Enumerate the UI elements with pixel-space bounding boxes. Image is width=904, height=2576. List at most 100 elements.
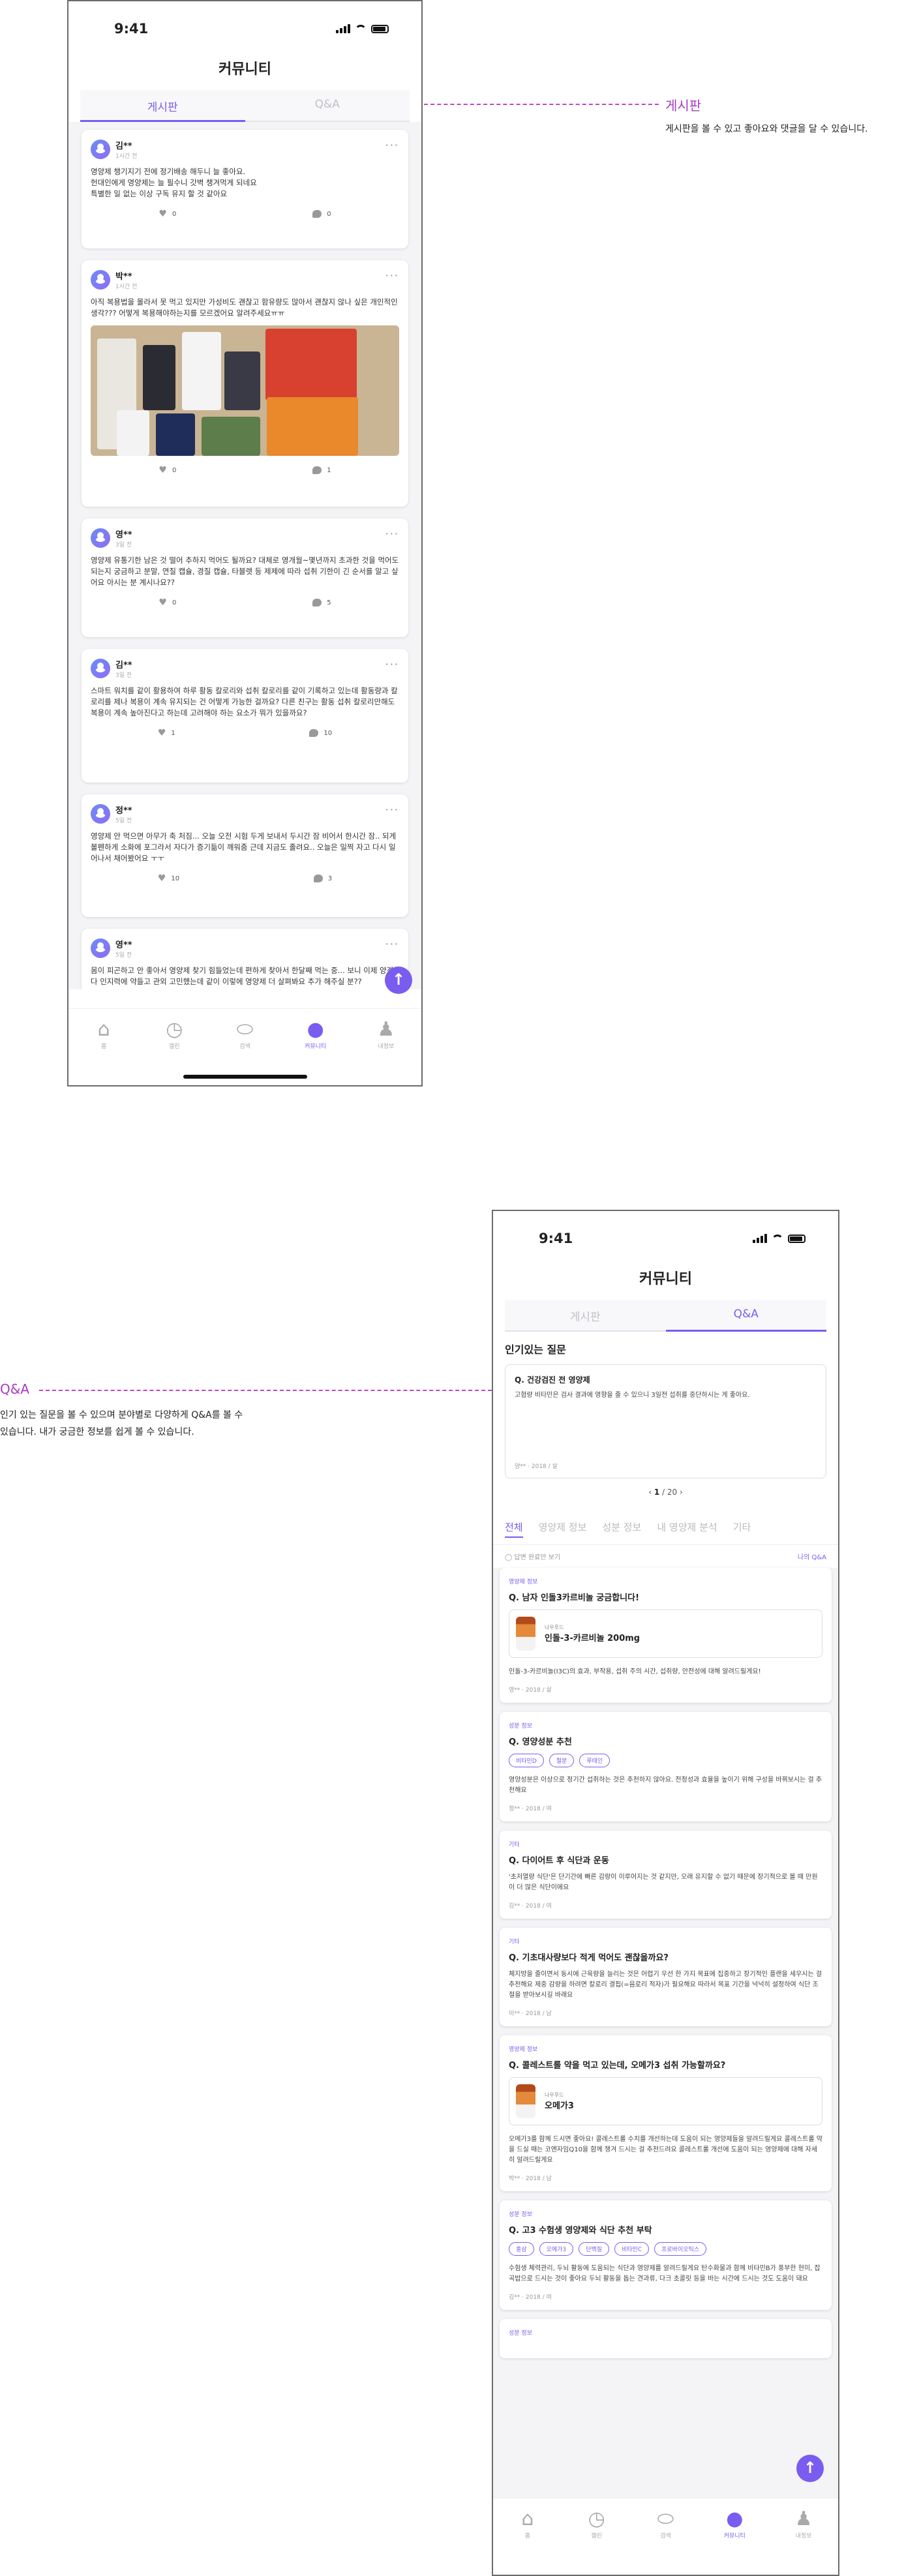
like-button[interactable]: ♥ 1 xyxy=(158,728,175,738)
person-icon: ♟ xyxy=(794,2508,813,2530)
post-card[interactable]: 영** 5일 전 ··· 몸이 피곤하고 안 좋아서 영양제 찾기 힘들었는데 편… xyxy=(82,929,408,989)
qa-card[interactable]: 영양제 정보 Q. 콜레스트롤 약을 먹고 있는데, 오메가3 섭취 가능할까요… xyxy=(500,2035,832,2191)
comment-button[interactable]: 5 xyxy=(312,597,331,608)
nav-label: 검색 xyxy=(660,2533,671,2539)
popular-heading: 인기있는 질문 xyxy=(505,1343,566,1356)
question-answer: 고협량 비타민은 검사 결과에 영향을 줄 수 있으니 3일전 섭취를 중단하시… xyxy=(515,1392,750,1399)
nav-search[interactable]: ⬭ 검색 xyxy=(646,2508,685,2575)
like-count: 0 xyxy=(172,599,177,607)
avatar xyxy=(91,804,110,824)
category-ingredient[interactable]: 성분 정보 xyxy=(602,1520,641,1538)
my-qa-link[interactable]: 나의 Q&A xyxy=(798,1551,826,1561)
more-icon[interactable]: ··· xyxy=(385,658,399,670)
comment-button[interactable]: 0 xyxy=(312,209,331,219)
qa-card[interactable]: 성분 정보 Q. 고3 수험생 영양제와 식단 추천 부탁 홍삼 오메가3 단백… xyxy=(500,2200,832,2310)
product-card[interactable]: 나우푸드 오메가3 xyxy=(509,2077,822,2125)
tag[interactable]: 오메가3 xyxy=(539,2242,574,2256)
post-card[interactable]: 김** 1시간 전 ··· 영양제 챙기지기 전에 정기배송 해두니 늘 좋아요.… xyxy=(82,130,408,248)
nav-profile[interactable]: ♟ 내정보 xyxy=(367,1018,406,1085)
comment-button[interactable]: 10 xyxy=(309,728,332,738)
more-icon[interactable]: ··· xyxy=(385,269,399,282)
post-card[interactable]: 김** 3일 전 ··· 스마트 워치를 같이 활용하여 하루 활동 칼로리와 섭… xyxy=(82,649,408,783)
pill-icon: ⬭ xyxy=(657,2508,674,2530)
category-all[interactable]: 전체 xyxy=(505,1520,523,1538)
nav-profile[interactable]: ♟ 내정보 xyxy=(784,2508,823,2575)
comment-icon xyxy=(313,875,323,882)
qa-meta: 이** · 2018 / 남 xyxy=(509,2011,552,2017)
nav-home[interactable]: ⌂ 홈 xyxy=(84,1018,123,1085)
qa-answer: 영양성분은 이상으로 정기간 섭취하는 것은 추천하지 않아요. 전정성과 효율… xyxy=(509,1776,822,1794)
tab-qa[interactable]: Q&A xyxy=(665,1300,827,1332)
tag[interactable]: 프로바이오틱스 xyxy=(654,2242,707,2256)
tag[interactable]: 단백질 xyxy=(579,2242,609,2256)
like-count: 0 xyxy=(172,210,177,218)
tab-board[interactable]: 게시판 xyxy=(505,1300,666,1330)
like-button[interactable]: ♥ 0 xyxy=(158,597,176,608)
tag[interactable]: 루테인 xyxy=(579,1754,610,1767)
post-user: 박** xyxy=(115,272,132,282)
comment-button[interactable]: 1 xyxy=(312,465,331,475)
qa-card[interactable]: 성분 정보 xyxy=(500,2319,832,2358)
category-supplement[interactable]: 영양제 정보 xyxy=(539,1520,587,1538)
tag[interactable]: 철분 xyxy=(549,1754,575,1767)
product-image xyxy=(516,2084,535,2118)
qa-card[interactable]: 기타 Q. 기초대사량보다 적게 먹어도 괜찮을까요? 체지방을 줄이면서 동시… xyxy=(500,1928,832,2026)
comment-count: 0 xyxy=(327,210,331,218)
nav-calendar[interactable]: ◷ 캘린 xyxy=(577,2508,616,2575)
qa-card[interactable]: 성분 정보 Q. 영양성분 추천 비타민D 철분 루테인 영양성분은 이상으로 … xyxy=(500,1712,832,1821)
next-chevron-icon[interactable]: › xyxy=(680,1488,683,1497)
product-name: 오메가3 xyxy=(545,2101,574,2111)
battery-icon xyxy=(788,1234,806,1243)
tab-board[interactable]: 게시판 xyxy=(80,90,245,122)
popular-question-card[interactable]: Q. 건강검진 전 영양제 고협량 비타민은 검사 결과에 영향을 줄 수 있으… xyxy=(505,1364,826,1478)
tag[interactable]: 홍삼 xyxy=(509,2242,534,2256)
tag-list: 비타민D 철분 루테인 xyxy=(509,1754,822,1767)
like-button[interactable]: ♥ 0 xyxy=(158,465,176,475)
comment-button[interactable]: 3 xyxy=(313,873,332,884)
tab-bar: 게시판 Q&A xyxy=(80,90,410,122)
post-user: 김** xyxy=(115,142,132,151)
nav-label: 검색 xyxy=(239,1043,250,1050)
scroll-top-button[interactable]: ↑ xyxy=(385,966,412,994)
comment-icon xyxy=(312,599,322,607)
nav-label: 커뮤니티 xyxy=(305,1043,327,1050)
tab-bar: 게시판 Q&A xyxy=(505,1300,826,1332)
post-text: 영양제 챙기지기 전에 정기배송 해두니 늘 좋아요. 헌대인에게 영양제는 늘… xyxy=(91,167,257,198)
post-card[interactable]: 영** 3일 전 ··· 영양제 유통기한 남은 것 떨어 추하지 먹어도 될까요… xyxy=(82,518,408,637)
more-icon[interactable]: ··· xyxy=(385,139,399,151)
qa-answer: 체지방을 줄이면서 동시에 근육량을 늘리는 것은 어렵기 우선 한 가지 목표… xyxy=(509,1971,822,1999)
qa-meta: 영** · 2018 / 살 xyxy=(509,1687,552,1694)
comment-count: 1 xyxy=(327,466,331,474)
qa-card[interactable]: 기타 Q. 다이어트 후 식단과 운동 '초저열량 식단'은 단기간에 빠른 감… xyxy=(500,1831,832,1919)
wifi-icon xyxy=(355,24,367,33)
bottom-nav: ⌂ 홈 ◷ 캘린 ⬭ 검색 ● 커뮤니티 ♟ 내정보 xyxy=(68,1008,421,1085)
qa-category: 성분 정보 xyxy=(509,2211,532,2218)
category-my-analysis[interactable]: 내 영양제 분석 xyxy=(657,1520,717,1538)
qa-meta: 김** · 2018 / 여 xyxy=(509,1903,552,1910)
qa-card[interactable]: 영양제 정보 Q. 남자 인돌3카르비놀 궁금합니다! 나우푸드 인돌-3-카르비… xyxy=(500,1568,832,1703)
home-indicator xyxy=(183,1075,307,1079)
tab-qa[interactable]: Q&A xyxy=(245,90,410,121)
post-card[interactable]: 정** 5일 전 ··· 영양제 안 먹으면 아무가 축 처짐... 오늘 오전 … xyxy=(82,794,408,917)
nav-home[interactable]: ⌂ 홈 xyxy=(508,2508,547,2575)
more-icon[interactable]: ··· xyxy=(385,528,399,540)
tag[interactable]: 비타민D xyxy=(509,1754,544,1767)
like-button[interactable]: ♥ 0 xyxy=(158,209,176,219)
more-icon[interactable]: ··· xyxy=(385,803,399,816)
more-icon[interactable]: ··· xyxy=(385,938,399,950)
nav-community[interactable]: ● 커뮤니티 xyxy=(715,2508,754,2575)
avatar xyxy=(91,528,110,548)
scroll-top-button[interactable]: ↑ xyxy=(796,2455,824,2482)
category-tabs: 전체 영양제 정보 성분 정보 내 영양제 분석 기타 xyxy=(493,1506,838,1545)
nav-label: 홈 xyxy=(100,1043,107,1050)
signal-icon xyxy=(753,1234,767,1243)
post-card[interactable]: 박** 1시간 전 ··· 아직 복용법을 몰라서 못 먹고 있지만 가성비도 괜… xyxy=(82,260,408,507)
tag[interactable]: 비타민C xyxy=(614,2242,650,2256)
category-etc[interactable]: 기타 xyxy=(733,1520,751,1538)
prev-chevron-icon[interactable]: ‹ xyxy=(648,1488,652,1497)
avatar xyxy=(91,140,110,159)
post-photo[interactable] xyxy=(91,325,399,456)
product-card[interactable]: 나우푸드 인돌-3-카르비놀 200mg xyxy=(509,1610,822,1658)
like-button[interactable]: ♥ 10 xyxy=(158,873,179,884)
answered-only-toggle[interactable]: ◯ 답변 완료만 보기 xyxy=(505,1551,560,1561)
